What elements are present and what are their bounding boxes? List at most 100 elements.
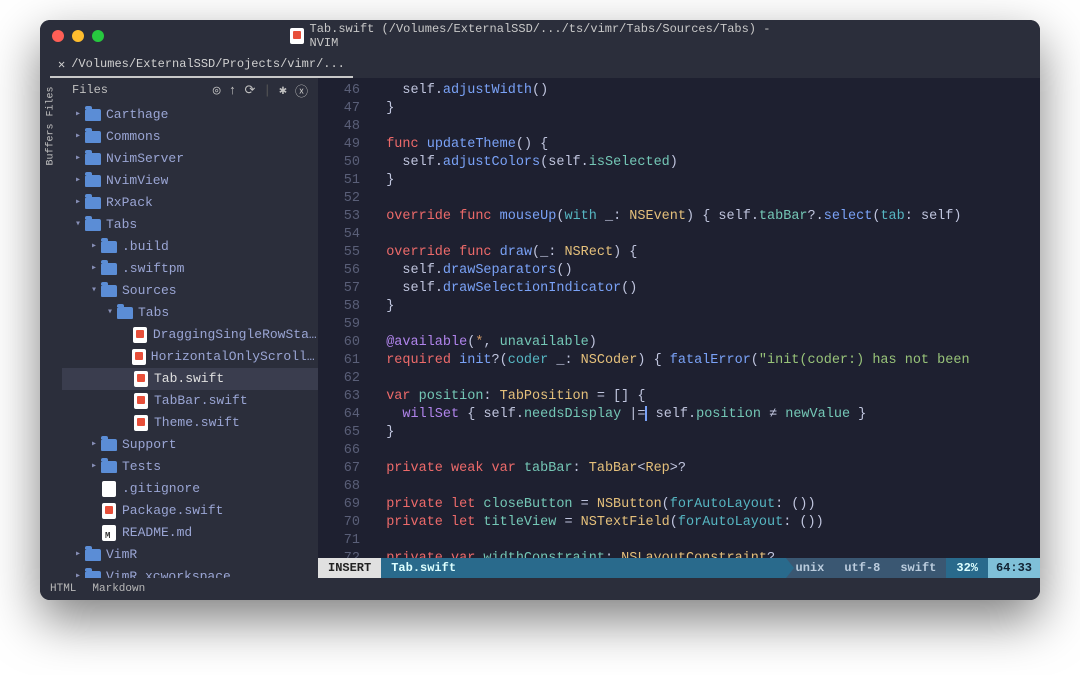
swift-file-icon [132,327,149,343]
code-line[interactable] [370,316,1040,334]
code-line[interactable]: required init?(coder _: NSCoder) { fatal… [370,352,1040,370]
chevron-right-icon[interactable]: ▸ [88,436,100,454]
tree-item[interactable]: ▸ Carthage [62,104,318,126]
code-line[interactable]: override func draw(_: NSRect) { [370,244,1040,262]
code-line[interactable] [370,370,1040,388]
chevron-right-icon[interactable]: ▸ [72,106,84,124]
file-tree[interactable]: ▸ Carthage ▸ Commons ▸NvimServer▸NvimView▸Rx… [62,102,318,578]
code-line[interactable]: private let titleView = NSTextField(forA… [370,514,1040,532]
window-title-text: Tab.swift (/Volumes/ExternalSSD/.../ts/v… [310,22,790,50]
code-line[interactable]: private var widthConstraint: NSLayoutCon… [370,550,1040,558]
code-line[interactable]: } [370,172,1040,190]
code-lines[interactable]: self.adjustWidth() } func updateTheme() … [370,78,1040,558]
tree-item[interactable]: .gitignore [62,478,318,500]
status-percent: 32% [946,558,988,578]
tab-close-icon[interactable]: ✕ [58,57,65,72]
tree-item[interactable]: ▸Tests [62,456,318,478]
tree-item-label: Sources [122,282,177,300]
line-number: 70 [318,514,360,532]
line-number: 66 [318,442,360,460]
chevron-down-icon[interactable]: ▾ [72,216,84,234]
tree-item[interactable]: ▸NvimView [62,170,318,192]
chevron-right-icon[interactable]: ▸ [72,546,84,564]
chevron-right-icon[interactable]: ▸ [72,568,84,578]
code-line[interactable]: var position: TabPosition = [] { [370,388,1040,406]
tree-item-label: HorizontalOnlyScrollView [151,348,318,366]
tree-item[interactable]: ▸RxPack [62,192,318,214]
chevron-right-icon[interactable]: ▸ [72,194,84,212]
chevron-right-icon[interactable]: ▸ [88,260,100,278]
chevron-right-icon[interactable]: ▸ [72,150,84,168]
code-line[interactable]: override func mouseUp(with _: NSEvent) {… [370,208,1040,226]
window-minimize-button[interactable] [72,30,84,42]
go-up-icon[interactable]: ↑ [229,83,237,98]
code-area[interactable]: 4647484950515253545556575859606162636465… [318,78,1040,558]
tree-item[interactable]: Theme.swift [62,412,318,434]
code-line[interactable] [370,478,1040,496]
tree-item[interactable]: ▸ Commons [62,126,318,148]
line-number: 60 [318,334,360,352]
status-position: 64:33 [988,558,1040,578]
settings-icon[interactable]: ✱ [279,83,287,98]
code-line[interactable]: self.drawSelectionIndicator() [370,280,1040,298]
chevron-down-icon[interactable]: ▾ [104,304,116,322]
scroll-to-file-icon[interactable]: ◎ [213,83,221,98]
code-line[interactable] [370,532,1040,550]
tree-item[interactable]: ▸Support [62,434,318,456]
tree-item[interactable]: Tab.swift [62,368,318,390]
close-sidebar-icon[interactable]: ⓧ [295,81,308,100]
side-tab-buffers[interactable]: Buffers [46,123,57,165]
code-line[interactable]: self.adjustWidth() [370,82,1040,100]
folder-icon [84,549,102,561]
tree-item[interactable]: ▸ VimR [62,544,318,566]
code-line[interactable] [370,226,1040,244]
code-line[interactable] [370,190,1040,208]
code-line[interactable]: @available(*, unavailable) [370,334,1040,352]
window-maximize-button[interactable] [92,30,104,42]
chevron-right-icon[interactable]: ▸ [72,172,84,190]
footer-tool-markdown[interactable]: Markdown [92,583,145,595]
chevron-right-icon[interactable]: ▸ [72,128,84,146]
tree-item-label: Carthage [106,106,168,124]
code-line[interactable]: private let closeButton = NSButton(forAu… [370,496,1040,514]
code-line[interactable]: self.drawSeparators() [370,262,1040,280]
code-line[interactable]: func updateTheme() { [370,136,1040,154]
tree-item[interactable]: ▸NvimServer [62,148,318,170]
swift-file-icon [132,415,150,431]
file-browser-sidebar: Files ◎ ↑ ⟳ | ✱ ⓧ ▸Carthage▸Commons▸Nvim… [62,78,318,578]
sidebar-title: Files [72,83,108,97]
document-tab[interactable]: ✕ /Volumes/ExternalSSD/Projects/vimr/... [50,53,353,78]
tree-item[interactable]: HorizontalOnlyScrollView [62,346,318,368]
chevron-right-icon[interactable]: ▸ [88,238,100,256]
code-line[interactable] [370,118,1040,136]
code-line[interactable] [370,442,1040,460]
tree-item[interactable]: ▸.build [62,236,318,258]
tree-item[interactable]: ▸VimR.xcworkspace [62,566,318,578]
footer-tool-html[interactable]: HTML [50,583,76,595]
refresh-icon[interactable]: ⟳ [244,83,255,98]
app-window: Tab.swift (/Volumes/ExternalSSD/.../ts/v… [40,20,1040,600]
code-line[interactable]: } [370,100,1040,118]
code-line[interactable]: private weak var tabBar: TabBar<Rep>? [370,460,1040,478]
chevron-down-icon[interactable]: ▾ [88,282,100,300]
tree-item[interactable]: Package.swift [62,500,318,522]
tree-item[interactable]: TabBar.swift [62,390,318,412]
side-tab-files[interactable]: Files [46,86,57,116]
tree-item[interactable]: DraggingSingleRowStack [62,324,318,346]
file-icon [100,481,118,497]
tree-item[interactable]: README.md [62,522,318,544]
tree-item[interactable]: ▾ Sources [62,280,318,302]
code-line[interactable]: self.adjustColors(self.isSelected) [370,154,1040,172]
window-close-button[interactable] [52,30,64,42]
folder-icon [100,461,118,473]
code-line[interactable]: } [370,424,1040,442]
code-line[interactable]: } [370,298,1040,316]
tree-item[interactable]: ▸.swiftpm [62,258,318,280]
tree-item[interactable]: ▾Tabs [62,302,318,324]
tree-item[interactable]: ▾Tabs [62,214,318,236]
tree-item-label: Commons [106,128,161,146]
line-number: 59 [318,316,360,334]
chevron-right-icon[interactable]: ▸ [88,458,100,476]
code-line[interactable]: willSet { self.needsDisplay |= self.posi… [370,406,1040,424]
tree-item-label: VimR [106,546,137,564]
